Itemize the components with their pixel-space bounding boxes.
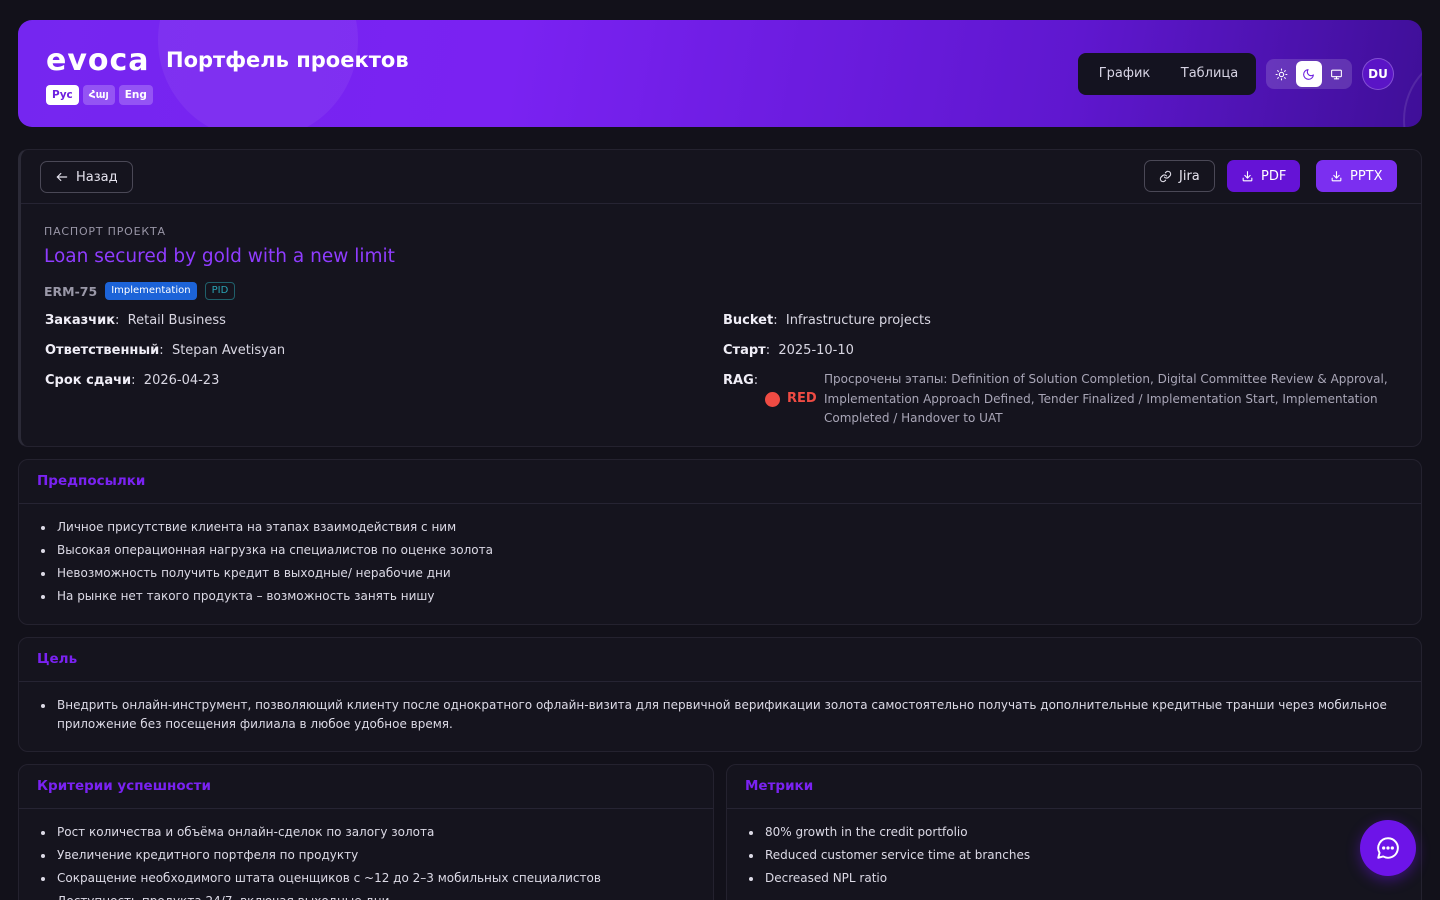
- sun-icon: [1275, 68, 1288, 80]
- success-criteria-section: Критерии успешности Рост количества и об…: [18, 764, 714, 900]
- start-field: Старт: 2025-10-10: [723, 343, 854, 358]
- customer-value: Retail Business: [127, 313, 226, 328]
- chat-button[interactable]: [1360, 820, 1416, 876]
- moon-icon: [1303, 68, 1315, 80]
- list-item: Decreased NPL ratio: [745, 869, 1403, 888]
- language-switcher: Рус Հայ Eng: [46, 85, 153, 105]
- back-button-label: Назад: [76, 169, 118, 185]
- lang-hy-button[interactable]: Հայ: [82, 85, 115, 105]
- type-badge: PID: [204, 282, 236, 300]
- download-icon: [1242, 170, 1253, 181]
- view-table-button[interactable]: Таблица: [1167, 53, 1252, 95]
- list-item: На рынке нет такого продукта – возможнос…: [37, 587, 1403, 606]
- background-section: Предпосылки Личное присутствие клиента н…: [18, 459, 1422, 625]
- pdf-button-label: PDF: [1261, 168, 1287, 184]
- download-icon: [1331, 170, 1342, 181]
- list-item: Внедрить онлайн-инструмент, позволяющий …: [37, 696, 1403, 734]
- lang-en-button[interactable]: Eng: [118, 85, 153, 105]
- goal-section: Цель Внедрить онлайн-инструмент, позволя…: [18, 637, 1422, 752]
- monitor-icon: [1330, 69, 1342, 79]
- export-pdf-button[interactable]: PDF: [1227, 160, 1301, 192]
- metrics-list: 80% growth in the credit portfolio Reduc…: [727, 809, 1421, 888]
- list-item: Невозможность получить кредит в выходные…: [37, 564, 1403, 583]
- list-item: 80% growth in the credit portfolio: [745, 823, 1403, 842]
- goal-list: Внедрить онлайн-инструмент, позволяющий …: [19, 682, 1421, 734]
- app-header: evoca Портфель проектов Рус Հայ Eng Граф…: [18, 20, 1422, 127]
- list-item: Высокая операционная нагрузка на специал…: [37, 541, 1403, 560]
- deadline-field: Срок сдачи: 2026-04-23: [45, 373, 220, 388]
- project-title: Loan secured by gold with a new limit: [44, 246, 395, 267]
- project-key: ERM-75: [44, 283, 98, 299]
- lang-ru-button[interactable]: Рус: [46, 85, 79, 105]
- chat-bubble-icon: [1377, 837, 1399, 859]
- bucket-value: Infrastructure projects: [785, 313, 931, 328]
- start-value: 2025-10-10: [778, 343, 854, 358]
- section-title: Критерии успешности: [19, 765, 713, 809]
- success-criteria-list: Рост количества и объёма онлайн-сделок п…: [19, 809, 713, 900]
- bucket-field: Bucket: Infrastructure projects: [723, 313, 931, 328]
- user-avatar[interactable]: DU: [1362, 58, 1394, 90]
- list-item: Рост количества и объёма онлайн-сделок п…: [37, 823, 695, 842]
- passport-section-label: ПАСПОРТ ПРОЕКТА: [44, 225, 166, 238]
- view-toggle: График Таблица: [1078, 53, 1256, 95]
- list-item: Доступность продукта 24/7, включая выход…: [37, 892, 695, 900]
- customer-label: Заказчик: [45, 313, 116, 328]
- back-button[interactable]: Назад: [40, 161, 133, 193]
- rag-field: RAG:: [723, 373, 759, 388]
- list-item: Сокращение необходимого штата оценщиков …: [37, 869, 695, 888]
- section-title: Цель: [19, 638, 1421, 682]
- rag-label: RAG: [723, 373, 754, 388]
- bucket-label: Bucket: [723, 313, 774, 328]
- start-label: Старт: [723, 343, 766, 358]
- pptx-button-label: PPTX: [1350, 168, 1383, 184]
- status-badge: Implementation: [105, 282, 197, 300]
- jira-button-label: Jira: [1179, 168, 1200, 184]
- page-title: Портфель проектов: [166, 48, 409, 72]
- owner-value: Stepan Avetisyan: [171, 343, 286, 358]
- owner-field: Ответственный: Stepan Avetisyan: [45, 343, 286, 358]
- section-title: Метрики: [727, 765, 1421, 809]
- arrow-left-icon: [56, 172, 68, 182]
- view-chart-button[interactable]: График: [1082, 53, 1167, 95]
- theme-light-button[interactable]: [1269, 61, 1294, 87]
- toolbar-divider: [21, 203, 1421, 204]
- section-title: Предпосылки: [19, 460, 1421, 504]
- list-item: Reduced customer service time at branche…: [745, 846, 1403, 865]
- rag-comment: Просрочены этапы: Definition of Solution…: [824, 372, 1388, 425]
- metrics-section: Метрики 80% growth in the credit portfol…: [726, 764, 1422, 900]
- rag-status-dot: [765, 392, 780, 407]
- evoca-logo[interactable]: evoca: [46, 46, 150, 76]
- header-decoration-circle: [158, 20, 358, 127]
- owner-label: Ответственный: [45, 343, 160, 358]
- customer-field: Заказчик: Retail Business: [45, 313, 226, 328]
- list-item: Увеличение кредитного портфеля по продук…: [37, 846, 695, 865]
- jira-link-button[interactable]: Jira: [1144, 160, 1215, 192]
- link-icon: [1159, 170, 1172, 182]
- header-decoration-ring: [1403, 50, 1422, 127]
- theme-dark-button[interactable]: [1296, 61, 1322, 87]
- background-list: Личное присутствие клиента на этапах вза…: [19, 504, 1421, 606]
- deadline-label: Срок сдачи: [45, 373, 132, 388]
- rag-value: RED: [787, 391, 817, 406]
- deadline-value: 2026-04-23: [143, 373, 220, 388]
- theme-system-button[interactable]: [1324, 61, 1349, 87]
- theme-switcher: [1266, 59, 1352, 89]
- list-item: Личное присутствие клиента на этапах вза…: [37, 518, 1403, 537]
- export-pptx-button[interactable]: PPTX: [1316, 160, 1397, 192]
- project-id-row: ERM-75 Implementation PID: [44, 282, 236, 300]
- project-passport-card: Назад Jira PDF PPTX ПАСПОРТ ПРОЕКТА Loan…: [18, 149, 1422, 447]
